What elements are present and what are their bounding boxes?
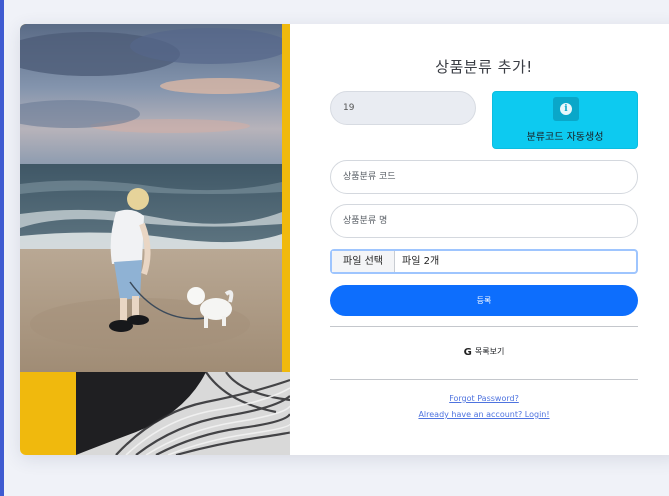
category-code-input[interactable]	[330, 160, 638, 194]
register-button[interactable]: 등록	[330, 285, 638, 316]
beach-photo	[20, 24, 282, 372]
category-code-readonly-input[interactable]	[330, 91, 476, 125]
auto-generate-code-label: 분류코드 자동생성	[526, 132, 604, 143]
divider	[330, 379, 638, 380]
knit-photo	[76, 372, 290, 455]
divider	[330, 326, 638, 327]
image-panel	[20, 24, 290, 455]
info-icon: i	[553, 97, 579, 121]
list-view-label: 목록보기	[474, 347, 505, 356]
sidebar-edge	[0, 0, 4, 496]
login-link[interactable]: Already have an account? Login!	[330, 410, 638, 419]
file-choose-button[interactable]: 파일 선택	[332, 251, 395, 272]
form-panel: 상품분류 추가! i 분류코드 자동생성 파일 선택 파일 2개 등록 G목록보…	[290, 24, 669, 455]
file-status: 파일 2개	[402, 256, 440, 267]
forgot-password-link[interactable]: Forgot Password?	[330, 394, 638, 403]
list-view-button[interactable]: G 목록보기	[330, 346, 638, 360]
register-card: 상품분류 추가! i 분류코드 자동생성 파일 선택 파일 2개 등록 G목록보…	[20, 24, 669, 455]
auto-generate-code-button[interactable]: i 분류코드 자동생성	[492, 91, 638, 149]
google-icon: G	[463, 347, 472, 358]
file-input[interactable]: 파일 선택 파일 2개	[330, 249, 638, 274]
page-title: 상품분류 추가!	[435, 58, 533, 76]
category-name-input[interactable]	[330, 204, 638, 238]
